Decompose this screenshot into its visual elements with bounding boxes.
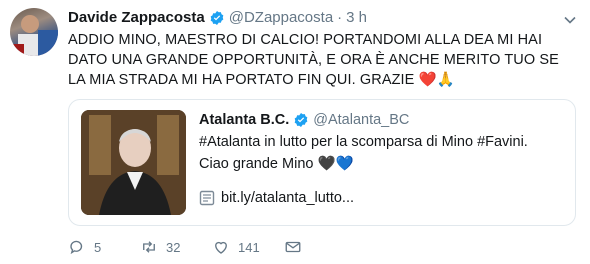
verified-badge-icon — [210, 10, 224, 25]
retweet-icon — [143, 241, 155, 253]
heart-icon — [215, 241, 227, 254]
tweet-text: ADDIO MINO, MAESTRO DI CALCIO! PORTANDOM… — [68, 30, 578, 90]
quoted-tweet-card[interactable]: Atalanta B.C. @Atalanta_BC #Atalanta in … — [68, 99, 576, 226]
heart-emoji: ❤️ — [418, 72, 437, 88]
quoted-tweet-line-1: #Atalanta in lutto per la scomparsa di M… — [199, 134, 528, 150]
pray-emoji: 🙏 — [436, 72, 455, 88]
quoted-link-row[interactable]: bit.ly/atalanta_lutto... — [199, 188, 569, 208]
direct-message-button[interactable] — [284, 238, 310, 256]
verified-badge-icon — [294, 113, 308, 127]
portrait-image — [81, 110, 186, 215]
retweet-count: 32 — [166, 239, 181, 255]
reply-icon — [70, 240, 83, 255]
tweet-header: Davide Zappacosta @DZappacosta · 3 h — [68, 9, 367, 26]
quoted-tweet-image — [81, 110, 186, 215]
quoted-link-text[interactable]: bit.ly/atalanta_lutto... — [221, 188, 354, 208]
author-name[interactable]: Davide Zappacosta — [68, 9, 205, 26]
quoted-tweet-line-2: Ciao grande Mino 🖤💙 — [199, 154, 569, 174]
quoted-tweet-header: Atalanta B.C. @Atalanta_BC — [199, 110, 569, 130]
separator-dot: · — [337, 9, 343, 26]
avatar-image — [10, 15, 58, 56]
black-heart-emoji: 🖤 — [317, 156, 336, 172]
document-link-icon — [199, 190, 215, 206]
reply-count: 5 — [94, 239, 102, 255]
blue-heart-emoji: 💙 — [335, 156, 354, 172]
quoted-line-2-text: Ciao grande Mino — [199, 156, 314, 172]
quoted-author-handle[interactable]: @Atalanta_BC — [313, 110, 409, 130]
quoted-author-name[interactable]: Atalanta B.C. — [199, 110, 289, 130]
reply-button[interactable]: 5 — [68, 238, 140, 256]
envelope-icon — [285, 241, 301, 253]
like-count: 141 — [238, 239, 260, 255]
chevron-down-icon[interactable] — [562, 12, 578, 28]
quoted-tweet-body: Atalanta B.C. @Atalanta_BC #Atalanta in … — [199, 110, 569, 208]
author-handle[interactable]: @DZappacosta — [229, 9, 333, 26]
tweet-actions: 5 32 141 — [68, 238, 310, 256]
like-button[interactable]: 141 — [212, 238, 284, 256]
tweet-text-main: ADDIO MINO, MAESTRO DI CALCIO! PORTANDOM… — [68, 32, 559, 88]
tweet-timestamp[interactable]: 3 h — [346, 9, 367, 26]
retweet-button[interactable]: 32 — [140, 238, 212, 256]
author-avatar[interactable] — [10, 8, 58, 56]
